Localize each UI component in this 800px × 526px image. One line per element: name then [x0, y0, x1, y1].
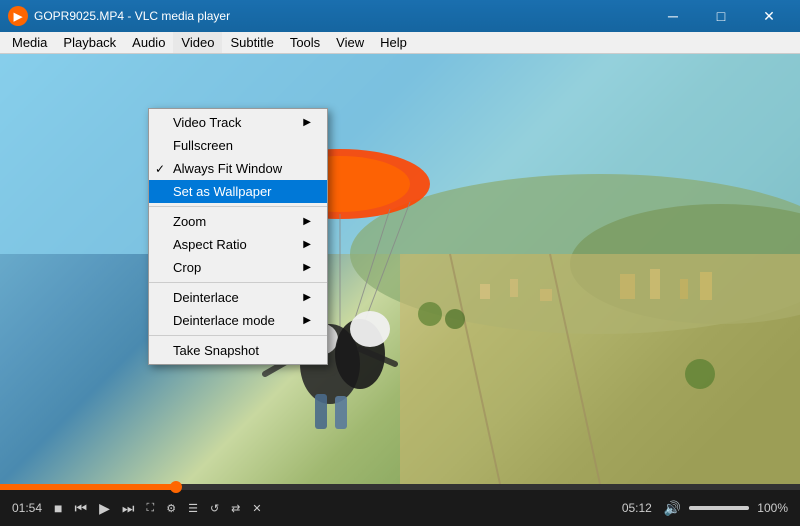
menu-always-fit-window[interactable]: ✓ Always Fit Window: [149, 157, 327, 180]
arrow-icon: ▶: [293, 117, 311, 128]
progress-handle[interactable]: [170, 481, 182, 493]
always-fit-window-label: Always Fit Window: [173, 161, 282, 176]
time-total: 05:12: [622, 501, 652, 515]
check-icon: ✓: [155, 162, 165, 176]
menu-playback[interactable]: Playback: [55, 32, 124, 53]
menu-view[interactable]: View: [328, 32, 372, 53]
next-button[interactable]: ⏭: [118, 498, 139, 519]
volume-area: 🔊 100%: [660, 498, 792, 519]
window-title: GOPR9025.MP4 - VLC media player: [34, 9, 650, 23]
controls-bar: 01:54 ■ ⏮ ▶ ⏭ ⛶ ⚙ ☰ ↺ ⇄ ✕ 05:12 🔊 100%: [0, 484, 800, 526]
title-bar: ▶ GOPR9025.MP4 - VLC media player ─ □ ✕: [0, 0, 800, 32]
deinterlace-mode-arrow-icon: ▶: [293, 315, 311, 326]
progress-fill: [0, 484, 176, 490]
menu-zoom[interactable]: Zoom ▶: [149, 210, 327, 233]
maximize-button[interactable]: □: [698, 0, 744, 32]
set-as-wallpaper-label: Set as Wallpaper: [173, 184, 272, 199]
menu-deinterlace[interactable]: Deinterlace ▶: [149, 286, 327, 309]
window-controls: ─ □ ✕: [650, 0, 792, 32]
menu-audio[interactable]: Audio: [124, 32, 173, 53]
aspect-ratio-arrow-icon: ▶: [293, 239, 311, 250]
deinterlace-arrow-icon: ▶: [293, 292, 311, 303]
time-current: 01:54: [12, 501, 42, 515]
menu-take-snapshot[interactable]: Take Snapshot: [149, 339, 327, 362]
volume-label: 100%: [757, 501, 788, 515]
menu-set-as-wallpaper[interactable]: Set as Wallpaper: [149, 180, 327, 203]
zoom-label: Zoom: [173, 214, 206, 229]
playback-controls: 01:54 ■ ⏮ ▶ ⏭ ⛶ ⚙ ☰ ↺ ⇄ ✕ 05:12 🔊 100%: [0, 490, 800, 526]
minimize-button[interactable]: ─: [650, 0, 696, 32]
menu-subtitle[interactable]: Subtitle: [222, 32, 281, 53]
progress-bar[interactable]: [0, 484, 800, 490]
close-media-button[interactable]: ✕: [248, 500, 265, 517]
separator-1: [149, 206, 327, 207]
separator-2: [149, 282, 327, 283]
extended-settings-button[interactable]: ⚙: [162, 500, 180, 517]
menu-deinterlace-mode[interactable]: Deinterlace mode ▶: [149, 309, 327, 332]
menu-help[interactable]: Help: [372, 32, 415, 53]
stop-button[interactable]: ■: [50, 498, 66, 518]
zoom-arrow-icon: ▶: [293, 216, 311, 227]
take-snapshot-label: Take Snapshot: [173, 343, 259, 358]
loop-button[interactable]: ↺: [206, 500, 223, 517]
volume-bar[interactable]: [689, 506, 749, 510]
deinterlace-mode-label: Deinterlace mode: [173, 313, 275, 328]
menu-tools[interactable]: Tools: [282, 32, 328, 53]
aspect-ratio-label: Aspect Ratio: [173, 237, 247, 252]
play-button[interactable]: ▶: [95, 498, 114, 519]
deinterlace-label: Deinterlace: [173, 290, 239, 305]
crop-arrow-icon: ▶: [293, 262, 311, 273]
menu-video-track[interactable]: Video Track ▶: [149, 111, 327, 134]
menu-aspect-ratio[interactable]: Aspect Ratio ▶: [149, 233, 327, 256]
menu-media[interactable]: Media: [4, 32, 55, 53]
volume-fill: [689, 506, 749, 510]
menu-crop[interactable]: Crop ▶: [149, 256, 327, 279]
separator-3: [149, 335, 327, 336]
menu-fullscreen[interactable]: Fullscreen: [149, 134, 327, 157]
mute-button[interactable]: 🔊: [660, 498, 685, 519]
video-area: Video Track ▶ Fullscreen ✓ Always Fit Wi…: [0, 54, 800, 484]
prev-button[interactable]: ⏮: [71, 498, 92, 519]
playlist-button[interactable]: ☰: [184, 500, 202, 517]
app-icon: ▶: [8, 6, 28, 26]
close-button[interactable]: ✕: [746, 0, 792, 32]
video-track-label: Video Track: [173, 115, 241, 130]
fullscreen-ctrl-button[interactable]: ⛶: [143, 500, 159, 517]
video-dropdown-menu: Video Track ▶ Fullscreen ✓ Always Fit Wi…: [148, 108, 328, 365]
video-frame: [0, 54, 800, 484]
menu-bar: Media Playback Audio Video Subtitle Tool…: [0, 32, 800, 54]
random-button[interactable]: ⇄: [227, 500, 244, 517]
crop-label: Crop: [173, 260, 201, 275]
menu-video[interactable]: Video: [173, 32, 222, 53]
fullscreen-label: Fullscreen: [173, 138, 233, 153]
